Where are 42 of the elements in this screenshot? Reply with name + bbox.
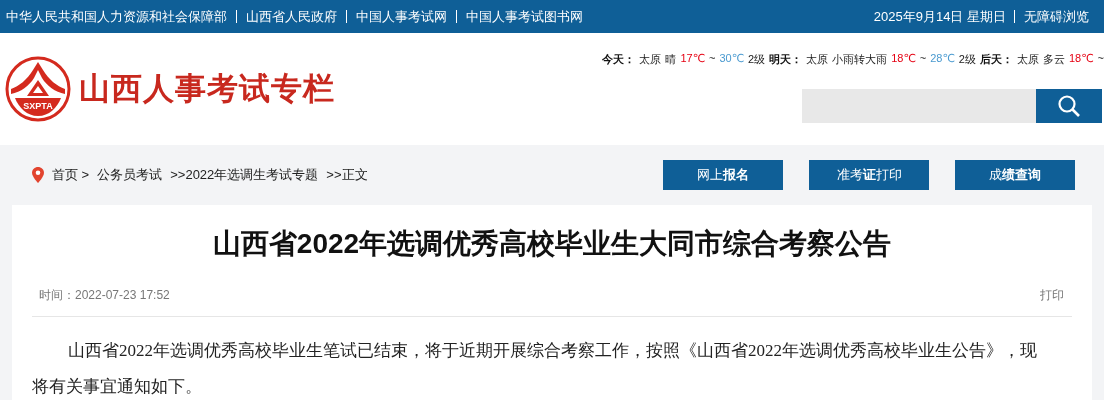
weather-text: ~ [709,52,716,66]
breadcrumb-link[interactable]: 首页 > [52,166,90,184]
publish-time: 时间：2022-07-23 17:52 [39,287,170,304]
weather-text: 太原 [639,52,662,67]
weather-text: 多云 [1042,52,1065,67]
top-link[interactable]: 中国人事考试图书网 [456,10,592,23]
weather-text: 2级 [958,52,976,67]
weather-text: 28℃ [930,52,955,66]
article-title: 山西省2022年选调优秀高校毕业生大同市综合考察公告 [211,227,893,261]
weather-text: ~ [1097,52,1104,66]
search-field[interactable] [802,89,1036,123]
search-icon [1057,94,1081,118]
weather-text: 今天： [602,52,636,67]
weather-text: 明天： [769,52,803,67]
print-link[interactable]: 打印 [1040,287,1064,304]
weather-text: 2级 [748,52,766,67]
weather-text: 30℃ [719,52,745,66]
weather-text: 18℃ [891,52,916,66]
weather-text: 18℃ [1068,52,1094,66]
date-text: 2025年9月14日 星期日 [873,7,1007,26]
weather-text: 晴 [665,52,677,67]
quick-link-button[interactable]: 网上报名 [663,160,783,190]
weather-text: 小雨转大雨 [832,52,888,67]
weather-text: 太原 [1016,52,1039,67]
breadcrumb-link[interactable]: >>正文 [326,166,368,184]
breadcrumb-link[interactable]: >>2022年选调生考试专题 [170,166,319,184]
logo-emblem-icon: SXPTA [5,56,71,122]
top-link[interactable]: 山西省人民政府 [236,10,346,23]
weather-text: ~ [919,52,927,66]
search-button[interactable] [1036,89,1102,123]
quick-link-button[interactable]: 成绩查询 [955,160,1075,190]
site-title: 山西人事考试专栏 [79,70,335,108]
weather-text: 太原 [806,52,829,67]
article-paragraph: 山西省2022年选调优秀高校毕业生笔试已结束，将于近期开展综合考察工作，按照《山西省2022年选调优秀高校毕业生公告》，现将有关事宜通知如下。 [32,340,1038,398]
top-link[interactable]: 中华人民共和国人力资源和社会保障部 [6,10,236,23]
location-pin-icon [32,167,44,183]
breadcrumb-link[interactable]: 公务员考试 [97,166,163,184]
top-link[interactable]: 中国人事考试网 [346,10,456,23]
weather-text: 17℃ [680,52,706,66]
quick-link-button[interactable]: 准考证打印 [809,160,929,190]
weather-text: 后天： [979,52,1013,67]
accessibility-link[interactable]: 无障碍浏览 [1014,10,1098,23]
